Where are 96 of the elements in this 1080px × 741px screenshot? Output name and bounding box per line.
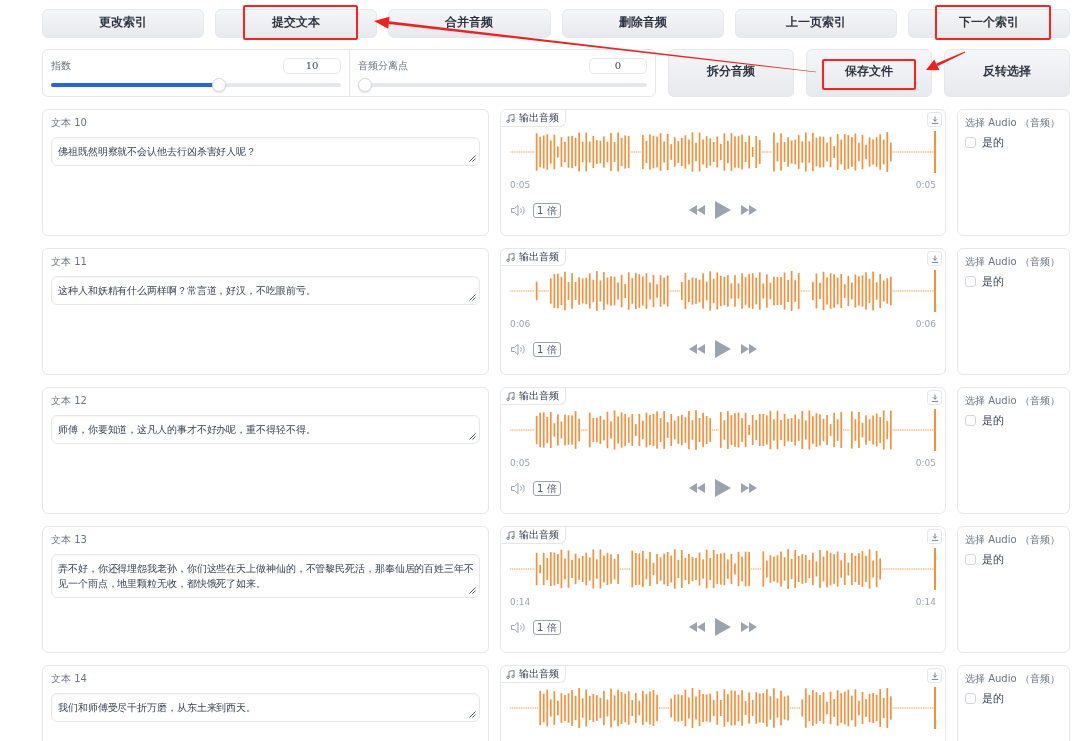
slider-label: 音频分离点 xyxy=(358,59,408,73)
start-time: 0:05 xyxy=(510,457,531,469)
volume-icon[interactable] xyxy=(511,482,526,494)
number-input[interactable]: 10 xyxy=(283,58,341,74)
slider-track[interactable] xyxy=(51,78,341,92)
action-button[interactable]: 保存文件 xyxy=(806,49,932,97)
music-note-icon xyxy=(506,669,515,679)
audio-label-text: 输出音频 xyxy=(519,111,559,125)
rewind-icon[interactable] xyxy=(689,344,705,354)
action-button[interactable]: 删除音频 xyxy=(561,9,724,38)
speed-button[interactable]: 1 倍 xyxy=(533,619,561,635)
selection-label: 选择 Audio （音频） xyxy=(965,394,1060,408)
volume-icon[interactable] xyxy=(511,204,526,216)
text-area[interactable]: 弄不好，你还得埋怨我老孙，你们这些在天上做神仙的，不管黎民死活，那奉仙居的百姓三年不见一个雨点，地里颗粒无收，都快饿死了如来。 xyxy=(51,554,480,598)
audio-label-text: 输出音频 xyxy=(519,389,559,403)
start-time: 0:14 xyxy=(510,596,531,608)
download-button[interactable] xyxy=(927,390,942,405)
resize-grip-icon[interactable] xyxy=(469,433,476,440)
checkbox[interactable] xyxy=(965,415,976,426)
fast-forward-icon[interactable] xyxy=(741,622,757,632)
play-icon[interactable] xyxy=(715,201,731,219)
end-time: 0:05 xyxy=(915,179,936,191)
selection-label: 选择 Audio （音频） xyxy=(965,672,1060,686)
action-button[interactable]: 反转选择 xyxy=(944,49,1070,97)
fast-forward-icon[interactable] xyxy=(741,205,757,215)
number-input[interactable]: 0 xyxy=(589,58,647,74)
action-button[interactable]: 拆分音频 xyxy=(668,49,794,97)
checkbox[interactable] xyxy=(965,693,976,704)
selection-label: 选择 Audio （音频） xyxy=(965,533,1060,547)
download-button[interactable] xyxy=(927,668,942,683)
download-icon xyxy=(930,254,939,263)
action-button[interactable]: 更改索引 xyxy=(42,9,205,38)
download-icon xyxy=(930,532,939,541)
checkbox-label[interactable]: 是的 xyxy=(982,135,1004,150)
music-note-icon xyxy=(506,391,515,401)
start-time: 0:06 xyxy=(510,318,531,330)
text-label: 文本 12 xyxy=(51,394,87,408)
annotation-arrow xyxy=(926,50,966,72)
play-icon[interactable] xyxy=(715,340,731,358)
checkbox-label[interactable]: 是的 xyxy=(982,691,1004,706)
resize-grip-icon[interactable] xyxy=(469,155,476,162)
music-note-icon xyxy=(506,252,515,262)
checkbox-label[interactable]: 是的 xyxy=(982,274,1004,289)
text-area[interactable]: 这种人和妖精有什么两样啊？常言道，好汉，不吃眼前亏。 xyxy=(51,276,480,305)
download-button[interactable] xyxy=(927,251,942,266)
text-area[interactable]: 佛祖既然明察就不会认他去行凶杀害好人呢？ xyxy=(51,137,480,166)
checkbox-label[interactable]: 是的 xyxy=(982,413,1004,428)
volume-icon[interactable] xyxy=(511,343,526,355)
selection-label: 选择 Audio （音频） xyxy=(965,255,1060,269)
action-button[interactable]: 下一个索引 xyxy=(907,9,1070,38)
fast-forward-icon[interactable] xyxy=(741,344,757,354)
end-time: 0:05 xyxy=(915,457,936,469)
volume-icon[interactable] xyxy=(511,621,526,633)
slider-track[interactable] xyxy=(358,78,647,92)
checkbox[interactable] xyxy=(965,137,976,148)
speed-button[interactable]: 1 倍 xyxy=(533,480,561,496)
end-time: 0:06 xyxy=(915,318,936,330)
text-area[interactable]: 我们和师傅受尽千折万磨，从东土来到西天。 xyxy=(51,693,480,722)
audio-label-text: 输出音频 xyxy=(519,667,559,681)
end-time: 0:14 xyxy=(915,596,936,608)
audio-label-text: 输出音频 xyxy=(519,250,559,264)
play-icon[interactable] xyxy=(715,479,731,497)
checkbox[interactable] xyxy=(965,554,976,565)
text-label: 文本 10 xyxy=(51,116,87,130)
download-button[interactable] xyxy=(927,112,942,127)
text-area[interactable]: 师傅，你要知道，这凡人的事才不好办呢，重不得轻不得。 xyxy=(51,415,480,444)
music-note-icon xyxy=(506,530,515,540)
fast-forward-icon[interactable] xyxy=(741,483,757,493)
rewind-icon[interactable] xyxy=(689,483,705,493)
audio-label-text: 输出音频 xyxy=(519,528,559,542)
rewind-icon[interactable] xyxy=(689,622,705,632)
slider-thumb[interactable] xyxy=(358,78,372,92)
slider-thumb[interactable] xyxy=(212,78,227,92)
resize-grip-icon[interactable] xyxy=(469,711,476,718)
slider-label: 指数 xyxy=(51,59,71,73)
resize-grip-icon[interactable] xyxy=(469,587,476,594)
start-time: 0:05 xyxy=(510,179,531,191)
text-label: 文本 11 xyxy=(51,255,87,269)
download-icon xyxy=(930,393,939,402)
download-button[interactable] xyxy=(927,529,942,544)
download-icon xyxy=(930,115,939,124)
checkbox[interactable] xyxy=(965,276,976,287)
text-label: 文本 14 xyxy=(51,672,87,686)
resize-grip-icon[interactable] xyxy=(469,294,476,301)
action-button[interactable]: 提交文本 xyxy=(215,9,378,38)
rewind-icon[interactable] xyxy=(689,205,705,215)
text-label: 文本 13 xyxy=(51,533,87,547)
action-button[interactable]: 上一页索引 xyxy=(734,9,897,38)
download-icon xyxy=(930,671,939,680)
speed-button[interactable]: 1 倍 xyxy=(533,202,561,218)
action-button[interactable]: 合并音频 xyxy=(388,9,551,38)
selection-label: 选择 Audio （音频） xyxy=(965,116,1060,130)
music-note-icon xyxy=(506,113,515,123)
play-icon[interactable] xyxy=(715,618,731,636)
speed-button[interactable]: 1 倍 xyxy=(533,341,561,357)
checkbox-label[interactable]: 是的 xyxy=(982,552,1004,567)
